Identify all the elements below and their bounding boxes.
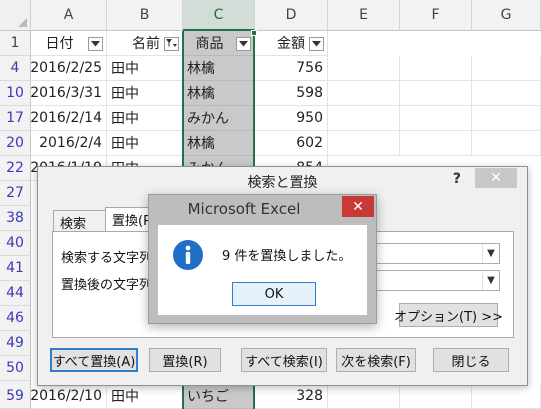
help-button[interactable]: ? — [453, 171, 461, 187]
select-all-corner[interactable] — [0, 0, 31, 31]
ok-button[interactable]: OK — [232, 282, 316, 306]
chevron-down-icon — [312, 41, 321, 47]
row-header[interactable]: 38 — [0, 206, 31, 231]
column-header-c[interactable]: C — [183, 0, 255, 31]
cell-amount[interactable]: 328 — [255, 384, 328, 409]
message-box-close-button[interactable]: ✕ — [342, 196, 374, 217]
cell-name[interactable]: 田中 — [107, 384, 183, 409]
cell-name[interactable]: 田中 — [107, 131, 183, 156]
cell-product[interactable]: みかん — [183, 106, 255, 131]
cell-empty[interactable] — [400, 131, 472, 156]
message-box-body: 9 件を置換しました。 OK — [158, 225, 367, 315]
filter-active-button[interactable] — [164, 37, 179, 51]
cell-empty[interactable] — [400, 81, 472, 106]
header-cell-amount[interactable]: 金額 — [255, 31, 328, 56]
header-cell-product[interactable]: 商品 — [183, 31, 255, 56]
cell-empty[interactable] — [472, 106, 541, 131]
message-box-title: Microsoft Excel — [187, 200, 301, 218]
options-button[interactable]: オプション(T) >> — [394, 303, 503, 327]
cell-date[interactable]: 2016/2/10 — [31, 384, 107, 409]
filter-dropdown-button[interactable] — [236, 37, 251, 51]
column-header-d[interactable]: D — [255, 0, 328, 31]
cell-amount[interactable]: 950 — [255, 106, 328, 131]
cell-empty[interactable] — [328, 384, 400, 409]
row-header[interactable]: 10 — [0, 81, 31, 106]
header-cell-date[interactable]: 日付 — [31, 31, 107, 56]
message-text: 9 件を置換しました。 — [222, 249, 352, 264]
chevron-down-icon[interactable]: ▼ — [482, 271, 499, 290]
cell-empty[interactable] — [328, 81, 400, 106]
cell-empty[interactable] — [400, 106, 472, 131]
find-next-button[interactable]: 次を検索(F) — [336, 348, 416, 372]
header-cell-name[interactable]: 名前 — [107, 31, 183, 56]
replace-button[interactable]: 置換(R) — [149, 348, 221, 372]
column-header-f[interactable]: F — [400, 0, 472, 31]
row-header[interactable]: 46 — [0, 306, 31, 331]
dialog-close-button[interactable]: ✕ — [475, 168, 517, 188]
row-header[interactable]: 17 — [0, 106, 31, 131]
cell-empty[interactable] — [400, 56, 472, 81]
column-header-a[interactable]: A — [31, 0, 107, 31]
cell-date[interactable]: 2016/3/31 — [31, 81, 107, 106]
cell-product[interactable]: 林檎 — [183, 131, 255, 156]
cell-date[interactable]: 2016/2/14 — [31, 106, 107, 131]
cell-name[interactable]: 田中 — [107, 81, 183, 106]
cell-name[interactable]: 田中 — [107, 56, 183, 81]
cell-amount[interactable]: 756 — [255, 56, 328, 81]
close-button[interactable]: 閉じる — [433, 348, 509, 372]
cell-product[interactable]: 林檎 — [183, 81, 255, 106]
info-icon — [173, 240, 203, 270]
cell-amount[interactable]: 598 — [255, 81, 328, 106]
cell-empty[interactable] — [472, 384, 541, 409]
row-header[interactable]: 40 — [0, 231, 31, 256]
row-header[interactable]: 1 — [0, 31, 31, 56]
cell-empty[interactable] — [472, 131, 541, 156]
cell-date[interactable]: 2016/2/4 — [31, 131, 107, 156]
chevron-down-icon — [91, 41, 100, 47]
filter-dropdown-button[interactable] — [309, 37, 324, 51]
tab-find[interactable]: 検索(D) — [53, 210, 106, 247]
filter-funnel-icon — [165, 39, 177, 47]
fill-handle[interactable] — [251, 30, 257, 36]
row-header[interactable]: 44 — [0, 281, 31, 306]
column-header-b[interactable]: B — [107, 0, 183, 31]
row-header[interactable]: 49 — [0, 331, 31, 356]
message-box: Microsoft Excel ✕ 9 件を置換しました。 OK — [148, 194, 377, 324]
cell-empty[interactable] — [472, 81, 541, 106]
cell-empty[interactable] — [328, 56, 400, 81]
cell-empty[interactable] — [400, 384, 472, 409]
row-header[interactable]: 22 — [0, 156, 31, 181]
row-header[interactable]: 20 — [0, 131, 31, 156]
cell-amount[interactable]: 602 — [255, 131, 328, 156]
cell-product[interactable]: いちご — [183, 384, 255, 409]
cell-empty[interactable] — [472, 56, 541, 81]
row-header[interactable]: 4 — [0, 56, 31, 81]
chevron-down-icon[interactable]: ▼ — [482, 244, 499, 263]
cell-empty[interactable] — [328, 106, 400, 131]
cell-name[interactable]: 田中 — [107, 106, 183, 131]
filter-dropdown-button[interactable] — [88, 37, 103, 51]
cell-product[interactable]: 林檎 — [183, 56, 255, 81]
chevron-down-icon — [239, 41, 248, 47]
column-header-e[interactable]: E — [328, 0, 400, 31]
replace-all-button[interactable]: すべて置換(A) — [50, 348, 138, 372]
row-header[interactable]: 59 — [0, 384, 31, 409]
cell-date[interactable]: 2016/2/25 — [31, 56, 107, 81]
column-header-g[interactable]: G — [472, 0, 541, 31]
find-all-button[interactable]: すべて検索(I) — [241, 348, 327, 372]
row-header[interactable]: 27 — [0, 181, 31, 206]
cell-empty[interactable] — [328, 131, 400, 156]
row-header[interactable]: 41 — [0, 256, 31, 281]
row-header[interactable]: 50 — [0, 356, 31, 381]
